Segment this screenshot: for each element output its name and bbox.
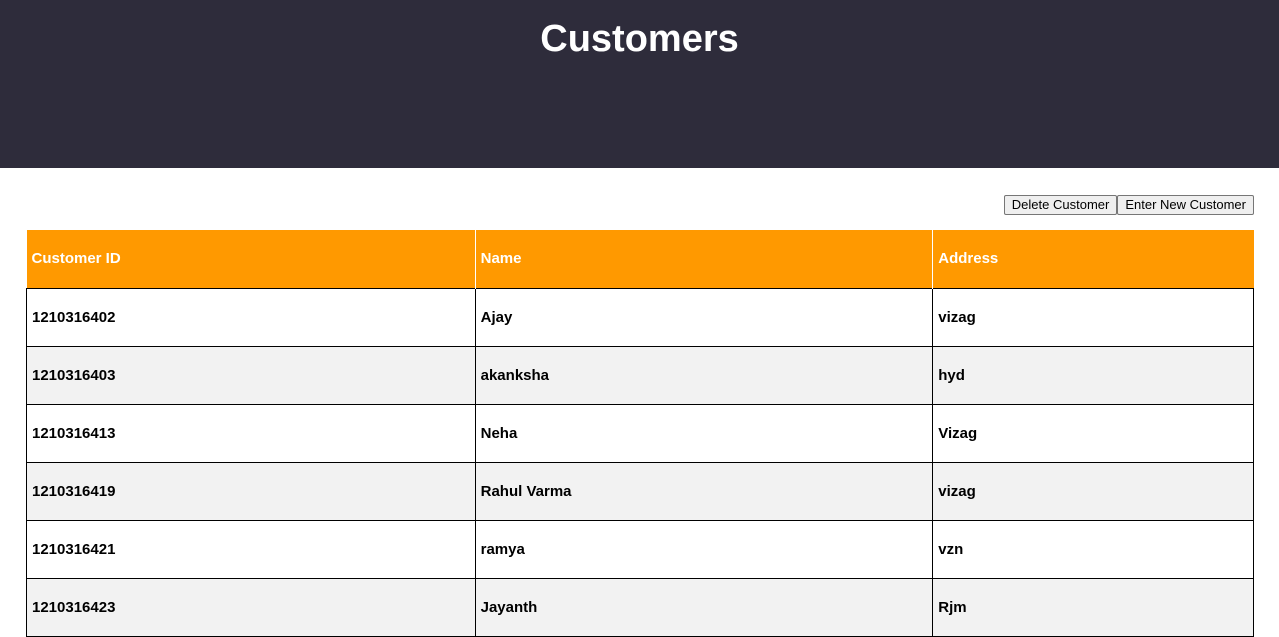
cell-customer-id: 1210316413 — [26, 403, 476, 463]
table-row: 1210316419 Rahul Varma vizag — [26, 461, 1254, 521]
cell-name: Rahul Varma — [474, 461, 934, 521]
column-header-address: Address — [932, 230, 1254, 288]
cell-name: Jayanth — [474, 577, 934, 637]
cell-name: akanksha — [474, 345, 934, 405]
table-row: 1210316413 Neha Vizag — [26, 403, 1254, 463]
cell-address: vizag — [932, 287, 1254, 347]
cell-customer-id: 1210316402 — [26, 287, 476, 347]
table-row: 1210316423 Jayanth Rjm — [26, 577, 1254, 637]
customers-table: Customer ID Name Address 1210316402 Ajay… — [26, 230, 1254, 637]
table-row: 1210316402 Ajay vizag — [26, 287, 1254, 347]
column-header-name: Name — [474, 230, 933, 288]
cell-customer-id: 1210316419 — [26, 461, 476, 521]
table-row: 1210316403 akanksha hyd — [26, 345, 1254, 405]
page-header: Customers — [0, 0, 1279, 168]
page-title: Customers — [540, 18, 739, 60]
cell-address: vzn — [932, 519, 1254, 579]
cell-name: Neha — [474, 403, 934, 463]
cell-address: hyd — [932, 345, 1254, 405]
cell-customer-id: 1210316423 — [26, 577, 476, 637]
cell-name: Ajay — [474, 287, 934, 347]
enter-new-customer-button[interactable]: Enter New Customer — [1117, 195, 1254, 215]
delete-customer-button[interactable]: Delete Customer — [1003, 195, 1118, 215]
column-header-customer-id: Customer ID — [26, 230, 476, 288]
cell-name: ramya — [474, 519, 934, 579]
table-header-row: Customer ID Name Address — [26, 230, 1254, 288]
cell-address: vizag — [932, 461, 1254, 521]
toolbar: Delete Customer Enter New Customer — [1003, 195, 1254, 215]
cell-customer-id: 1210316421 — [26, 519, 476, 579]
cell-customer-id: 1210316403 — [26, 345, 476, 405]
cell-address: Rjm — [932, 577, 1254, 637]
table-row: 1210316421 ramya vzn — [26, 519, 1254, 579]
cell-address: Vizag — [932, 403, 1254, 463]
